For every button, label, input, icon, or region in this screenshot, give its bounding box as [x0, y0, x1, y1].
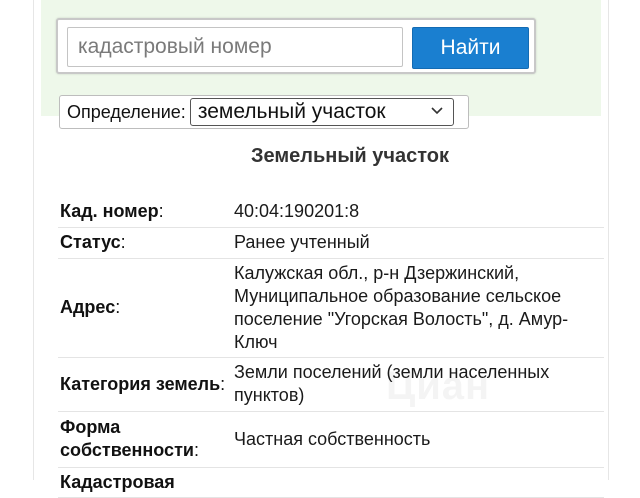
row-key: Категория земель: — [58, 357, 232, 412]
row-value: Земли поселений (земли населенных пункто… — [232, 357, 604, 412]
row-value: Калужская обл., р-н Дзержинский, Муницип… — [232, 258, 604, 358]
row-value: Ранее учтенный — [232, 227, 604, 259]
table-row: Адрес: Калужская обл., р-н Дзержинский, … — [58, 258, 604, 358]
row-key: Кадастровая — [58, 467, 232, 498]
search-panel: Найти — [56, 18, 536, 74]
frame-left-border — [33, 0, 34, 480]
row-key: Статус: — [58, 227, 232, 259]
card-title: Земельный участок — [250, 145, 450, 167]
table-row: Форма собственности: Частная собственнос… — [58, 411, 604, 468]
definition-select[interactable]: земельный участок — [189, 98, 454, 126]
definition-selected-value: земельный участок — [197, 100, 386, 123]
table-row: Категория земель: Земли поселений (земли… — [58, 357, 604, 412]
chevron-down-icon — [431, 107, 443, 115]
row-key: Форма собственности: — [58, 411, 232, 468]
definition-row: Определение: земельный участок — [59, 95, 469, 129]
find-button[interactable]: Найти — [412, 27, 529, 69]
row-value: Частная собственность — [232, 411, 604, 468]
table-row: Статус: Ранее учтенный — [58, 227, 604, 259]
row-key: Кад. номер: — [58, 196, 232, 228]
table-row: Кад. номер: 40:04:190201:8 — [58, 196, 604, 228]
row-value — [232, 467, 604, 498]
table-row: Кадастровая — [58, 467, 604, 498]
row-key: Адрес: — [58, 258, 232, 358]
definition-label: Определение: — [67, 101, 186, 122]
cadastral-number-input[interactable] — [67, 27, 403, 67]
row-value: 40:04:190201:8 — [232, 196, 604, 228]
frame-right-border — [608, 0, 609, 480]
parcel-info-table: Кад. номер: 40:04:190201:8 Статус: Ранее… — [58, 196, 604, 498]
